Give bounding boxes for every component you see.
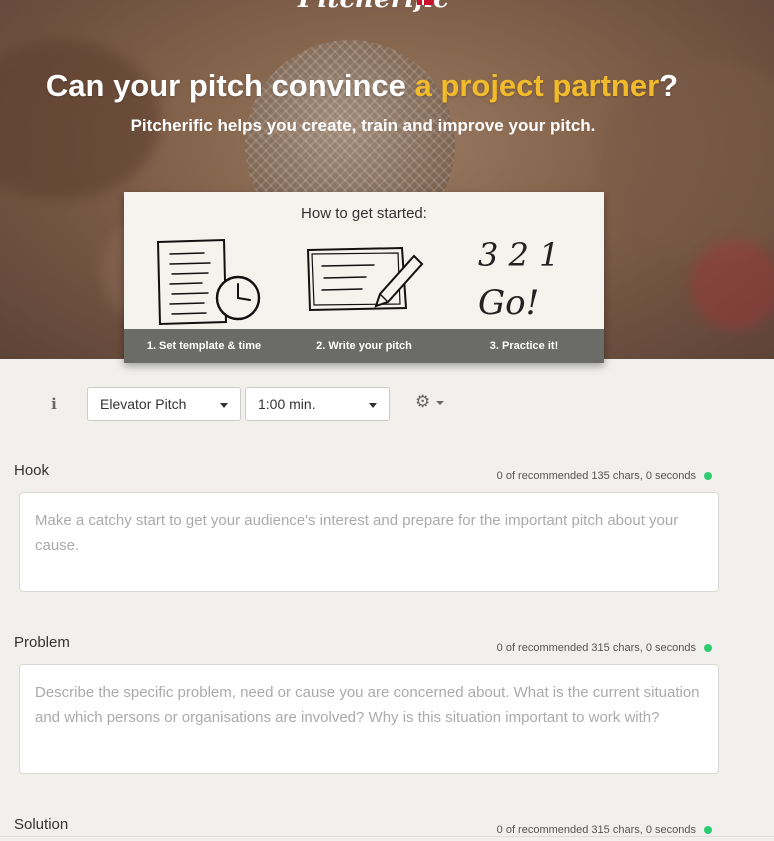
headline-suffix: ? [659, 68, 679, 103]
template-select-value: Elevator Pitch [100, 396, 187, 412]
hook-textarea[interactable]: Make a catchy start to get your audience… [19, 492, 719, 592]
chevron-down-icon [220, 403, 228, 408]
go-text: Go! [478, 283, 539, 323]
page-headline: Can your pitch convince a project partne… [0, 68, 724, 104]
status-dot-hook [704, 472, 712, 480]
chevron-down-icon [369, 403, 377, 408]
divider [0, 836, 774, 837]
time-select[interactable]: 1:00 min. [245, 387, 390, 421]
time-select-value: 1:00 min. [258, 396, 316, 412]
section-label-solution: Solution [14, 816, 69, 833]
status-dot-problem [704, 644, 712, 652]
char-counter-solution: 0 of recommended 315 chars, 0 seconds [496, 824, 696, 836]
chevron-down-icon[interactable] [436, 401, 444, 405]
step-label-2: 2. Write your pitch [316, 340, 412, 352]
danish-flag-icon[interactable] [417, 0, 433, 5]
template-select[interactable]: Elevator Pitch [87, 387, 241, 421]
how-to-get-started-panel: How to get started: 3 2 1 Go! 1. Set tem… [124, 192, 604, 363]
countdown-text: 3 2 1 [478, 236, 559, 274]
pitch-toolbar: i Elevator Pitch 1:00 min. ⚙ [0, 387, 774, 421]
status-dot-solution [704, 826, 712, 834]
steps-bar: 1. Set template & time 2. Write your pit… [124, 329, 604, 363]
hero-bokeh [690, 240, 774, 330]
problem-textarea[interactable]: Describe the specific problem, need or c… [19, 664, 719, 774]
info-icon[interactable]: i [46, 395, 62, 413]
char-counter-hook: 0 of recommended 135 chars, 0 seconds [496, 470, 696, 482]
countdown-go-icon: 3 2 1 Go! [478, 236, 559, 323]
step-label-1: 1. Set template & time [146, 340, 262, 352]
headline-prefix: Can your pitch convince [45, 68, 406, 103]
gear-icon[interactable]: ⚙ [415, 392, 430, 412]
howto-title: How to get started: [301, 205, 427, 222]
page-subline: Pitcherific helps you create, train and … [130, 116, 596, 135]
document-clock-icon [156, 238, 261, 326]
section-label-hook: Hook [14, 462, 50, 479]
section-label-problem: Problem [14, 634, 70, 651]
headline-accent: a project partner [414, 68, 660, 103]
step-label-3: 3. Practice it! [489, 340, 559, 352]
char-counter-problem: 0 of recommended 315 chars, 0 seconds [496, 642, 696, 654]
pen-paper-icon [306, 246, 424, 312]
